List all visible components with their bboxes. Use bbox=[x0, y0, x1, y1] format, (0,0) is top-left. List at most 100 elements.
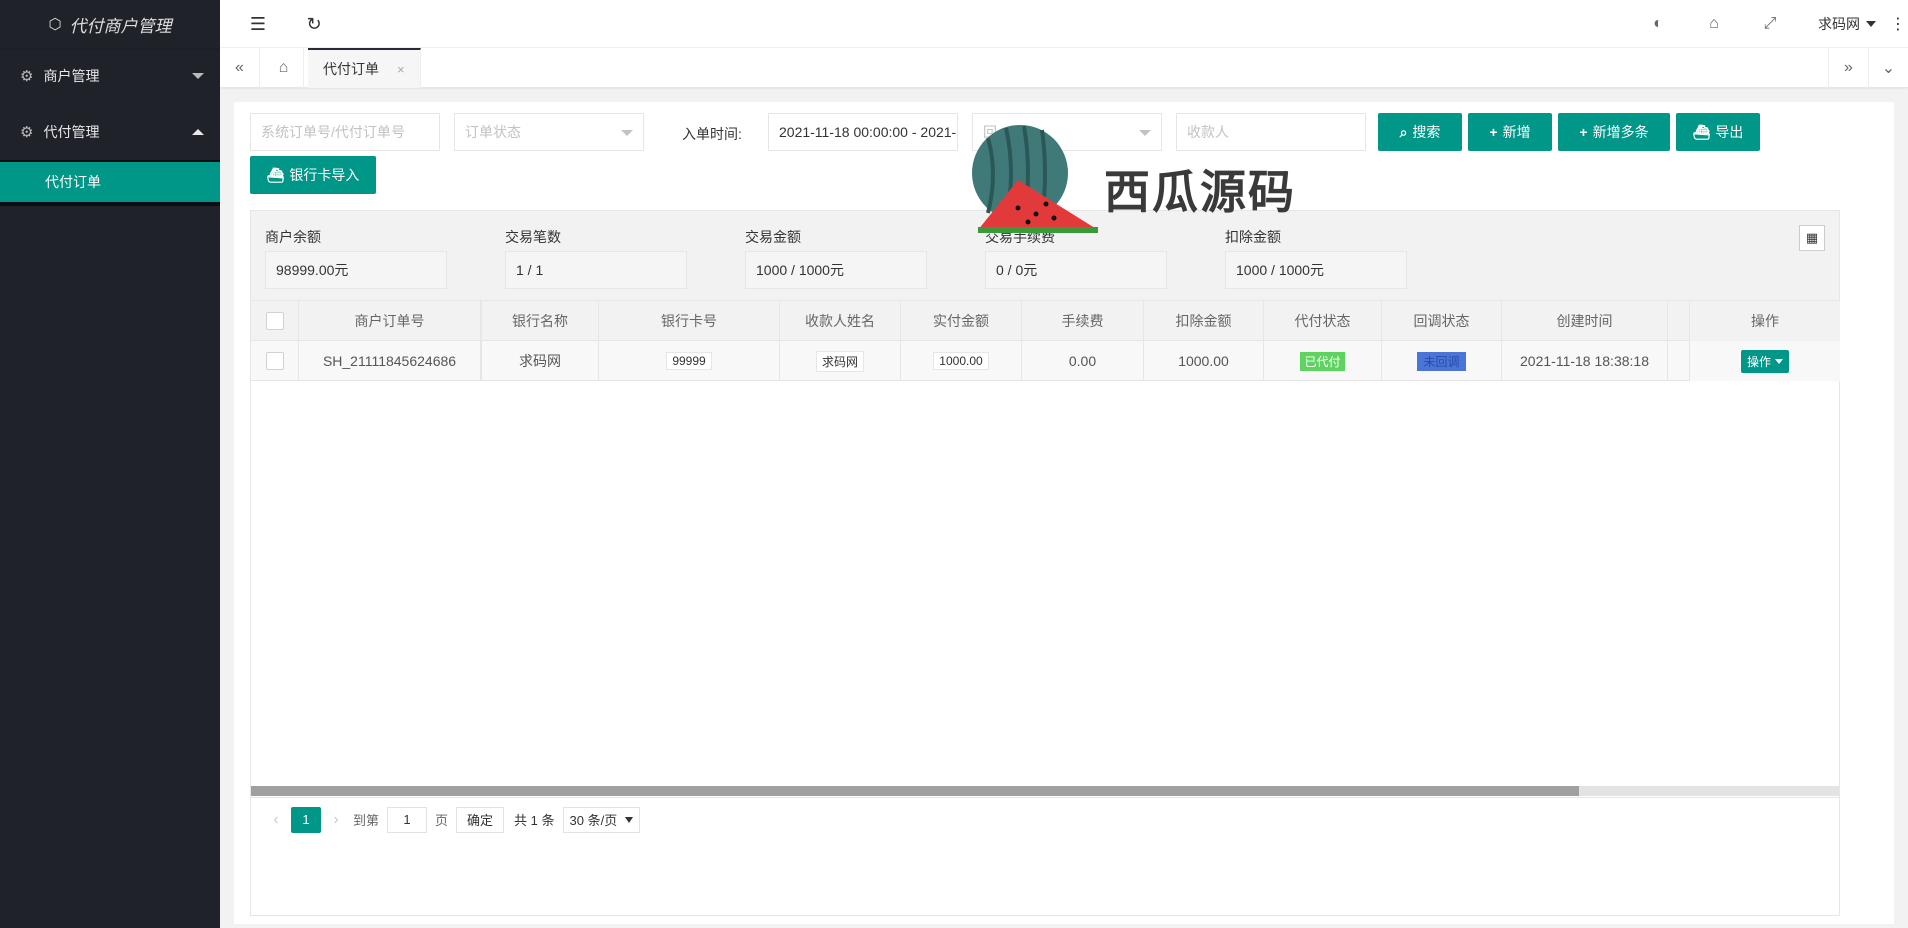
user-name: 求码网 bbox=[1818, 16, 1860, 32]
search-button[interactable]: ⌕ 搜索 bbox=[1378, 113, 1462, 151]
theme-icon[interactable]: ◐ bbox=[1630, 0, 1686, 48]
header-right: ◐ ⌂ ⤢ 求码网 ⋮ bbox=[1630, 0, 1908, 48]
current-page[interactable]: 1 bbox=[291, 806, 321, 833]
app-title: 代付商户管理 bbox=[69, 16, 172, 36]
status-badge: 未回调 bbox=[1417, 351, 1466, 371]
prev-page-icon[interactable]: ‹ bbox=[265, 811, 287, 829]
column-header[interactable]: 实付金额 bbox=[901, 301, 1022, 341]
sidebar: ⬡ 代付商户管理 ⚙ 商户管理 ⚙ 代付管理 代付订单 bbox=[0, 0, 220, 928]
total-count: 共 1 条 bbox=[514, 813, 555, 828]
plus-icon: + bbox=[1489, 124, 1498, 140]
fullscreen-icon[interactable]: ⤢ bbox=[1742, 0, 1798, 48]
bank-import-button[interactable]: ⛴ 银行卡导入 bbox=[250, 156, 376, 194]
sidebar-group-label: 商户管理 bbox=[43, 68, 100, 84]
scrollbar-thumb[interactable] bbox=[251, 786, 1579, 796]
table-header: 商户订单号 银行名称 银行卡号 收款人姓名 实付金额 手续费 扣除金额 代付状态… bbox=[251, 301, 1840, 341]
chevron-up-icon bbox=[192, 129, 204, 135]
column-header[interactable]: 银行卡号 bbox=[599, 301, 780, 341]
select-placeholder: 订单状态 bbox=[465, 124, 521, 140]
column-header[interactable]: 扣除金额 bbox=[1144, 301, 1264, 341]
close-icon[interactable]: × bbox=[397, 62, 405, 77]
add-button[interactable]: + 新增 bbox=[1468, 113, 1552, 151]
cell-pay-status: 已代付 bbox=[1264, 341, 1382, 381]
sidebar-item-payout-orders[interactable]: 代付订单 bbox=[0, 162, 220, 202]
summary-count: 交易笔数 1 / 1 bbox=[505, 227, 687, 289]
cell-action: 操作 bbox=[1689, 341, 1840, 381]
pagination: ‹ 1 › 到第 1 页 确定 共 1 条 30 条/页 bbox=[251, 797, 1839, 841]
table-row[interactable]: SH_21111845624686 求码网 99999 求码网 1000.00 … bbox=[251, 341, 1840, 381]
action-dropdown-button[interactable]: 操作 bbox=[1740, 349, 1789, 373]
column-header: 操作 bbox=[1689, 301, 1840, 341]
page-suffix: 页 bbox=[435, 813, 449, 828]
cell-payee: 求码网 bbox=[780, 341, 901, 381]
goto-page-input[interactable]: 1 bbox=[387, 806, 428, 833]
select-all-checkbox[interactable] bbox=[265, 312, 284, 330]
tag-icon[interactable]: ⌂ bbox=[1686, 0, 1742, 48]
summary-amount: 交易金额 1000 / 1000元 bbox=[745, 227, 927, 289]
column-header[interactable]: 回调状态 bbox=[1382, 301, 1502, 341]
order-no-input[interactable]: 系统订单号/代付订单号 bbox=[250, 113, 440, 151]
export-button[interactable]: ⛴ 导出 bbox=[1676, 113, 1760, 151]
next-page-icon[interactable]: › bbox=[325, 811, 347, 829]
gear-icon: ⚙ bbox=[20, 124, 34, 141]
summary-bar: 商户余额 98999.00元 交易笔数 1 / 1 交易金额 1000 / 10… bbox=[251, 211, 1839, 301]
caret-down-icon bbox=[1775, 358, 1783, 364]
cell-created: 2021-11-18 18:38:18 bbox=[1502, 341, 1668, 381]
summary-balance: 商户余额 98999.00元 bbox=[265, 227, 447, 289]
cell-fee: 0.00 bbox=[1022, 341, 1144, 381]
time-label: 入单时间: bbox=[682, 126, 742, 142]
status-badge: 已代付 bbox=[1300, 351, 1345, 371]
app-logo[interactable]: ⬡ 代付商户管理 bbox=[0, 0, 220, 48]
chevron-down-icon bbox=[1139, 130, 1151, 136]
order-status-select[interactable]: 订单状态 bbox=[454, 113, 644, 151]
refresh-icon[interactable]: ↻ bbox=[294, 0, 334, 48]
tab-payout-orders[interactable]: 代付订单 × bbox=[308, 48, 421, 88]
tab-menu-icon[interactable]: ⌄ bbox=[1868, 48, 1908, 88]
more-icon[interactable]: ⋮ bbox=[1888, 14, 1908, 34]
header-checkbox-cell bbox=[251, 301, 299, 341]
plus-icon: + bbox=[1579, 124, 1588, 140]
tab-label: 代付订单 bbox=[323, 61, 379, 77]
menu-collapse-icon[interactable]: ☰ bbox=[238, 0, 278, 48]
search-icon: ⌕ bbox=[1399, 123, 1408, 140]
caret-down-icon bbox=[1866, 21, 1876, 27]
tab-scroll-right-icon[interactable]: » bbox=[1828, 48, 1868, 88]
sidebar-group-merchant[interactable]: ⚙ 商户管理 bbox=[0, 48, 220, 104]
column-header[interactable]: 银行名称 bbox=[481, 301, 599, 341]
cube-icon: ⬡ bbox=[48, 16, 62, 33]
gear-icon: ⚙ bbox=[20, 68, 34, 85]
goto-confirm-button[interactable]: 确定 bbox=[456, 806, 505, 833]
row-checkbox-cell bbox=[251, 341, 299, 381]
import-icon: ⛴ bbox=[266, 166, 285, 183]
cell-order-no: SH_21111845624686 bbox=[299, 341, 481, 381]
time-range-input[interactable]: 2021-11-18 00:00:00 - 2021- bbox=[768, 113, 958, 151]
row-checkbox[interactable] bbox=[265, 352, 284, 370]
select-placeholder: 回 bbox=[983, 124, 997, 140]
column-header[interactable]: 手续费 bbox=[1022, 301, 1144, 341]
add-multi-button[interactable]: + 新增多条 bbox=[1558, 113, 1670, 151]
cell-bank: 求码网 bbox=[481, 341, 599, 381]
chevron-down-icon bbox=[621, 130, 633, 136]
column-header[interactable]: 商户订单号 bbox=[299, 301, 481, 341]
columns-filter-icon[interactable]: ▦ bbox=[1799, 225, 1825, 251]
user-menu[interactable]: 求码网 bbox=[1798, 14, 1888, 34]
caret-down-icon bbox=[625, 816, 634, 823]
summary-deduct: 扣除金额 1000 / 1000元 bbox=[1225, 227, 1407, 289]
export-icon: ⛴ bbox=[1692, 123, 1711, 140]
cell-deduct: 1000.00 bbox=[1144, 341, 1264, 381]
sidebar-group-payout[interactable]: ⚙ 代付管理 bbox=[0, 104, 220, 160]
home-icon[interactable]: ⌂ bbox=[264, 48, 304, 88]
column-header[interactable]: 代付状态 bbox=[1264, 301, 1382, 341]
callback-status-select[interactable]: 回 bbox=[972, 113, 1162, 151]
horizontal-scrollbar[interactable] bbox=[251, 786, 1839, 796]
tab-scroll-left-icon[interactable]: « bbox=[220, 48, 260, 88]
chevron-down-icon bbox=[192, 73, 204, 79]
sidebar-group-label: 代付管理 bbox=[43, 124, 100, 140]
page-size-select[interactable]: 30 条/页 bbox=[562, 806, 641, 833]
payee-input[interactable]: 收款人 bbox=[1176, 113, 1366, 151]
column-header[interactable]: 收款人姓名 bbox=[780, 301, 901, 341]
column-header[interactable]: 创建时间 bbox=[1502, 301, 1668, 341]
summary-fee: 交易手续费 0 / 0元 bbox=[985, 227, 1167, 289]
main-content: 系统订单号/代付订单号 订单状态 入单时间: 2021-11-18 00:00:… bbox=[234, 102, 1894, 924]
goto-label: 到第 bbox=[353, 813, 380, 828]
